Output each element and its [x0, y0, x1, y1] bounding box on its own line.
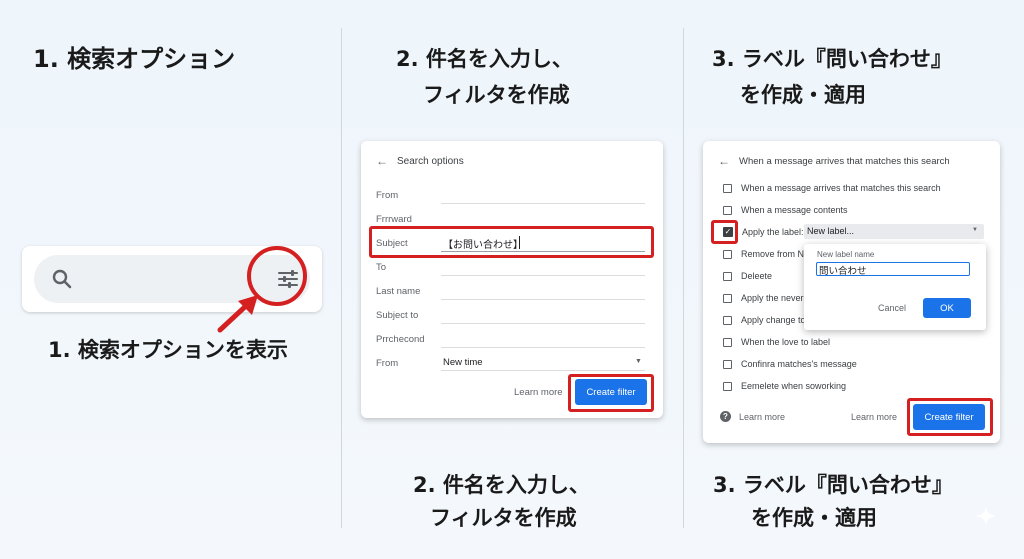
back-arrow-icon[interactable]: ← [376, 154, 388, 168]
checkbox-highlight-box [711, 220, 738, 244]
sparkle-icon [975, 505, 997, 527]
field-label-last-name: Last name [376, 286, 421, 297]
col3-title-line1: 3. ラベル『問い合わせ』 [712, 47, 952, 71]
create-filter-highlight-box [568, 374, 654, 412]
action-row-label: Apply the never [741, 293, 804, 303]
field-label-prrchecond: Prrchecond [376, 334, 425, 345]
subject-highlight-box [369, 226, 654, 258]
col3-footer-line1: 3. ラベル『問い合わせ』 [713, 473, 953, 497]
action-row-label: Deleete [741, 271, 773, 281]
learn-more-link-left[interactable]: Learn more [739, 412, 785, 422]
col2-footer-line1: 2. 件名を入力し、 [413, 473, 590, 497]
action-row[interactable]: Apply change to [723, 313, 806, 327]
col1-title: 1. 検索オプション [33, 45, 236, 73]
dropdown-arrow-icon: ▼ [635, 358, 642, 365]
field-label-from-2: From [376, 358, 399, 369]
field-subject-to-input[interactable] [441, 323, 645, 324]
field-label-subject-to: Subject to [376, 310, 419, 321]
action-row[interactable]: Eemelete when soworking [723, 379, 846, 393]
new-label-name-value: 問い合わせ [819, 266, 867, 277]
action-row-label: When a message contents [741, 205, 848, 215]
col2-title-line1: 2. 件名を入力し、 [396, 47, 573, 71]
panel-header: Search options [397, 156, 464, 167]
dropdown-arrow-icon: ▼ [972, 227, 978, 233]
checkbox[interactable] [723, 271, 732, 281]
field-to-input[interactable] [441, 275, 645, 276]
learn-more-link-right[interactable]: Learn more [851, 412, 897, 422]
search-icon[interactable] [50, 267, 74, 291]
time-select-underline [441, 370, 645, 371]
new-label-name-input[interactable]: 問い合わせ [816, 262, 970, 277]
back-arrow-icon-2[interactable]: ← [718, 154, 730, 168]
col3-title-line2: を作成・適用 [740, 83, 866, 107]
checkbox[interactable] [723, 249, 732, 259]
checkbox[interactable] [723, 381, 732, 391]
popup-ok-button[interactable]: OK [923, 298, 971, 318]
action-row[interactable]: When a message contents [723, 203, 848, 217]
field-label-from: From [376, 190, 399, 201]
popup-title: New label name [817, 250, 875, 259]
panel-header-3: When a message arrives that matches this… [739, 156, 950, 167]
action-row-label: When a message arrives that matches this… [741, 183, 941, 193]
field-prrchecond-input[interactable] [441, 347, 645, 348]
col1-caption: 1. 検索オプションを表示 [48, 338, 288, 362]
field-from-input[interactable] [441, 203, 645, 204]
action-row-label: Eemelete when soworking [741, 381, 847, 391]
col2-title-line2: フィルタを作成 [423, 83, 570, 107]
action-row-label: Confinra matches's message [741, 359, 857, 369]
label-select[interactable]: New label... ▼ [804, 224, 984, 239]
checkbox[interactable] [723, 183, 732, 193]
action-row[interactable]: Confinra matches's message [723, 357, 857, 371]
help-icon[interactable]: ? [720, 411, 731, 422]
column-divider-2 [683, 28, 684, 528]
popup-cancel-button[interactable]: Cancel [878, 303, 906, 313]
learn-more-link[interactable]: Learn more [514, 387, 563, 398]
action-row[interactable]: Deleete [723, 269, 772, 283]
time-select-value: New time [443, 357, 483, 368]
action-row[interactable]: When the love to label [723, 335, 830, 349]
time-select[interactable]: New time ▼ [441, 355, 645, 371]
action-row-label: Apply the label: [742, 227, 804, 237]
action-row[interactable]: When a message arrives that matches this… [723, 181, 941, 195]
label-select-value: New label... [807, 226, 855, 236]
new-label-popup: New label name 問い合わせ Cancel OK [804, 244, 986, 330]
action-row-label: When the love to label [741, 337, 831, 347]
action-row-label: Apply change to [741, 315, 806, 325]
pointer-arrow-icon [217, 295, 258, 333]
field-label-forward: Frrrward [376, 214, 412, 225]
col2-footer-line2: フィルタを作成 [430, 506, 577, 530]
field-label-to: To [376, 262, 387, 273]
checkbox[interactable] [723, 205, 732, 215]
field-last-name-input[interactable] [441, 299, 645, 300]
action-row[interactable]: Remove from N [723, 247, 804, 261]
checkbox[interactable] [723, 293, 732, 303]
checkbox[interactable] [723, 315, 732, 325]
checkbox[interactable] [723, 359, 732, 369]
column-divider-1 [341, 28, 342, 528]
action-row-label: Remove from N [741, 249, 805, 259]
col3-footer-line2: を作成・適用 [751, 506, 877, 530]
create-filter-highlight-box-2 [907, 398, 993, 436]
checkbox[interactable] [723, 337, 732, 347]
action-row[interactable]: Apply the never [723, 291, 804, 305]
